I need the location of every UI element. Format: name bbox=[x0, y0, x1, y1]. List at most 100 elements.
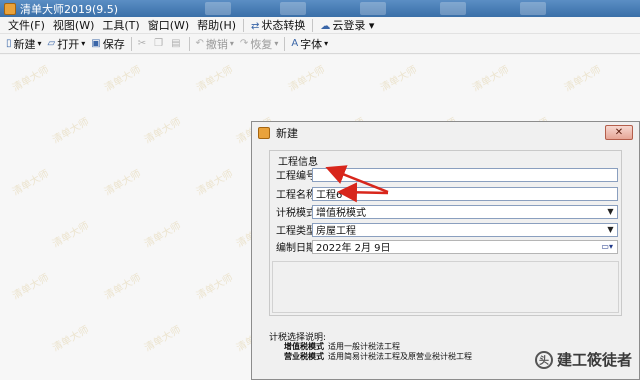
description-box bbox=[272, 261, 619, 313]
chevron-down-icon: ▼ bbox=[607, 207, 614, 216]
date-row: 编制日期: 2022年 2月 9日 ▭▾ bbox=[276, 239, 618, 254]
folder-icon: ▱ bbox=[47, 38, 56, 49]
watermark-text: 清单大师 bbox=[50, 220, 92, 250]
tax-mode-value: 增值税模式 bbox=[316, 208, 366, 219]
save-button[interactable]: ▣ 保存 bbox=[88, 36, 127, 52]
font-label: 字体 bbox=[300, 37, 323, 51]
calendar-icon[interactable]: ▭▾ bbox=[598, 242, 613, 252]
new-label: 新建 bbox=[13, 37, 36, 51]
project-type-value: 房屋工程 bbox=[316, 226, 356, 237]
font-icon: A bbox=[291, 38, 299, 49]
app-icon bbox=[258, 127, 270, 139]
menu-separator bbox=[243, 18, 245, 32]
font-button[interactable]: A 字体 ▾ bbox=[288, 36, 331, 52]
tax-mode-select[interactable]: 增值税模式 ▼ bbox=[312, 204, 618, 219]
toolbar-separator bbox=[284, 36, 286, 51]
close-button[interactable]: ✕ bbox=[605, 125, 633, 140]
date-label: 编制日期: bbox=[276, 243, 320, 254]
type-row: 工程类型: 房屋工程 ▼ bbox=[276, 222, 618, 237]
watermark-text: 清单大师 bbox=[10, 168, 52, 198]
watermark-text: 清单大师 bbox=[378, 64, 420, 94]
undo-button[interactable]: ↶ 撤销 ▾ bbox=[193, 36, 237, 52]
date-value: 2022年 2月 9日 bbox=[316, 243, 391, 254]
menu-tools[interactable]: 工具(T) bbox=[98, 17, 143, 33]
code-label: 工程编号: bbox=[276, 171, 320, 182]
menu-status-switch-label: 状态转换 bbox=[261, 19, 306, 32]
cut-icon: ✂ bbox=[137, 38, 147, 49]
menu-window[interactable]: 窗口(W) bbox=[144, 17, 193, 33]
redo-button[interactable]: ↷ 恢复 ▾ bbox=[237, 36, 281, 52]
watermark-text: 清单大师 bbox=[50, 324, 92, 354]
redo-icon: ↷ bbox=[239, 38, 249, 49]
menu-status-switch[interactable]: ⇄ 状态转换 bbox=[247, 17, 309, 33]
tax-note-business-name: 营业税模式 bbox=[284, 352, 324, 361]
cloud-icon: ☁ bbox=[320, 21, 331, 32]
paste-icon: ▤ bbox=[171, 38, 181, 49]
open-label: 打开 bbox=[57, 37, 80, 51]
watermark-text: 清单大师 bbox=[470, 64, 512, 94]
menu-help[interactable]: 帮助(H) bbox=[193, 17, 240, 33]
toolbar-separator bbox=[188, 36, 190, 51]
watermark-text: 清单大师 bbox=[102, 64, 144, 94]
project-info-group: 工程信息 工程编号: 工程名称: 工程6 计税模式: 增值税模式 ▼ 工程类型:… bbox=[269, 150, 622, 316]
cut-button[interactable]: ✂ bbox=[135, 38, 151, 49]
tax-note-business-desc: 适用简易计税法工程及原营业税计税工程 bbox=[328, 352, 472, 361]
watermark-text: 清单大师 bbox=[194, 64, 236, 94]
close-icon: ✕ bbox=[614, 127, 624, 138]
undo-icon: ↶ bbox=[195, 38, 204, 49]
new-button[interactable]: ▯ 新建 ▾ bbox=[3, 36, 45, 52]
project-code-input[interactable] bbox=[312, 167, 618, 182]
watermark-text: 清单大师 bbox=[10, 272, 52, 302]
app-icon bbox=[4, 2, 16, 15]
watermark-text: 清单大师 bbox=[562, 64, 604, 94]
project-name-input[interactable]: 工程6 bbox=[312, 186, 618, 201]
menu-bar: 文件(F) 视图(W) 工具(T) 窗口(W) 帮助(H) ⇄ 状态转换 ☁ 云登录… bbox=[0, 17, 640, 34]
watermark-text: 清单大师 bbox=[194, 168, 236, 198]
watermark-text: 清单大师 bbox=[102, 272, 144, 302]
new-project-dialog: 新建 ✕ 工程信息 工程编号: 工程名称: 工程6 计税模式: 增值税模式 ▼ … bbox=[251, 121, 640, 380]
watermark-text: 清单大师 bbox=[194, 272, 236, 302]
group-label: 工程信息 bbox=[278, 157, 318, 168]
menu-cloud-login[interactable]: ☁ 云登录 ▾ bbox=[316, 17, 378, 33]
menu-file[interactable]: 文件(F) bbox=[4, 17, 49, 33]
taskbar-thumb bbox=[360, 2, 386, 15]
copy-icon: ❐ bbox=[154, 38, 164, 49]
menu-separator bbox=[312, 18, 314, 32]
taskbar-thumb bbox=[280, 2, 306, 15]
open-button[interactable]: ▱ 打开 ▾ bbox=[45, 36, 89, 52]
toolbar-separator bbox=[130, 36, 132, 51]
watermark-text: 清单大师 bbox=[286, 64, 328, 94]
new-file-icon: ▯ bbox=[6, 38, 12, 49]
paste-button[interactable]: ▤ bbox=[168, 38, 185, 49]
brand-text: 建工筱徒者 bbox=[556, 351, 632, 369]
taskbar-thumb bbox=[520, 2, 546, 15]
date-picker[interactable]: 2022年 2月 9日 ▭▾ bbox=[312, 239, 618, 254]
dialog-title-bar[interactable]: 新建 bbox=[252, 122, 639, 144]
taskbar-thumb bbox=[440, 2, 466, 15]
name-row: 工程名称: 工程6 bbox=[276, 186, 618, 201]
code-row: 工程编号: bbox=[276, 167, 618, 182]
chevron-down-icon: ▼ bbox=[607, 225, 614, 234]
tax-mode-row: 计税模式: 增值税模式 ▼ bbox=[276, 204, 618, 219]
title-bar: 清单大师2019(9.5) bbox=[0, 0, 640, 17]
watermark-text: 清单大师 bbox=[142, 324, 184, 354]
app-title: 清单大师2019(9.5) bbox=[20, 2, 119, 16]
taskbar-thumb bbox=[205, 2, 231, 15]
project-type-select[interactable]: 房屋工程 ▼ bbox=[312, 222, 618, 237]
tax-note-vat-desc: 适用一般计税法工程 bbox=[328, 342, 400, 351]
brand-watermark: 头 建工筱徒者 bbox=[534, 349, 632, 370]
watermark-text: 清单大师 bbox=[142, 220, 184, 250]
redo-label: 恢复 bbox=[250, 37, 273, 51]
switch-icon: ⇄ bbox=[251, 21, 260, 32]
tax-note-business: 营业税模式 适用简易计税法工程及原营业税计税工程 bbox=[284, 351, 472, 362]
save-label: 保存 bbox=[102, 37, 125, 51]
watermark-text: 清单大师 bbox=[50, 116, 92, 146]
tax-mode-label: 计税模式: bbox=[276, 208, 320, 219]
watermark-text: 清单大师 bbox=[10, 64, 52, 94]
menu-cloud-login-label: 云登录 bbox=[332, 19, 366, 32]
watermark-text: 清单大师 bbox=[102, 168, 144, 198]
brand-logo-icon: 头 bbox=[534, 350, 553, 369]
toolbar: ▯ 新建 ▾ ▱ 打开 ▾ ▣ 保存 ✂ ❐ ▤ ↶ 撤销 ▾ ↷ 恢复 ▾ A 字体 ▾ bbox=[0, 34, 640, 54]
menu-view[interactable]: 视图(W) bbox=[49, 17, 98, 33]
copy-button[interactable]: ❐ bbox=[151, 38, 168, 49]
